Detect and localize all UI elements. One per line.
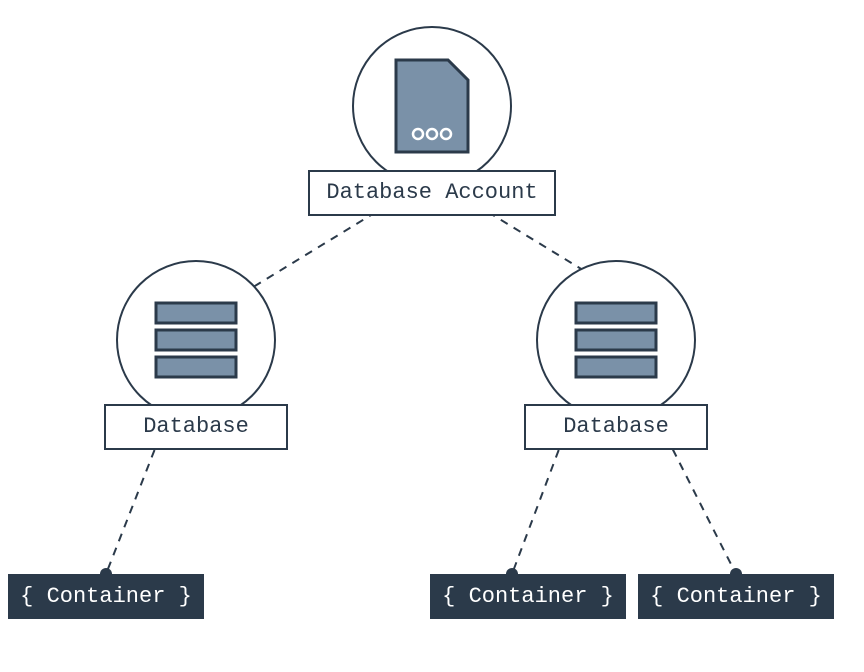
container-label-3: { Container } bbox=[650, 584, 822, 609]
document-icon bbox=[392, 56, 472, 156]
database-node-right bbox=[536, 260, 696, 420]
container-box-3: { Container } bbox=[638, 574, 834, 619]
account-node bbox=[352, 26, 512, 186]
database-label-box-left: Database bbox=[104, 404, 288, 450]
account-label: Database Account bbox=[326, 180, 537, 205]
database-icon bbox=[574, 301, 658, 379]
database-icon bbox=[154, 301, 238, 379]
database-label-box-right: Database bbox=[524, 404, 708, 450]
container-label-1: { Container } bbox=[20, 584, 192, 609]
container-box-1: { Container } bbox=[8, 574, 204, 619]
container-box-2: { Container } bbox=[430, 574, 626, 619]
database-node-left bbox=[116, 260, 276, 420]
database-label-right: Database bbox=[563, 414, 669, 439]
account-label-box: Database Account bbox=[308, 170, 556, 216]
database-label-left: Database bbox=[143, 414, 249, 439]
container-label-2: { Container } bbox=[442, 584, 614, 609]
